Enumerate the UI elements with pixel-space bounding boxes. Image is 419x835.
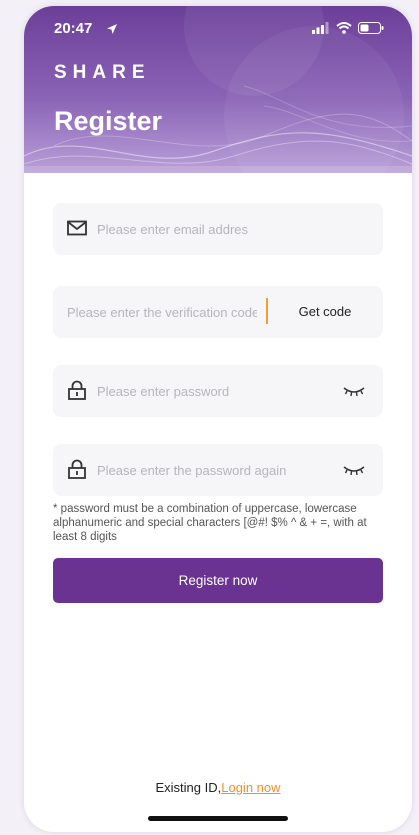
lock-icon (68, 380, 86, 400)
password-field-container (53, 365, 383, 417)
password-again-field-container (53, 444, 383, 496)
password-hint: * password must be a combination of uppe… (53, 503, 367, 543)
footer: Existing ID,Login now (24, 780, 412, 795)
get-code-button[interactable]: Get code (275, 286, 375, 338)
battery-icon (358, 22, 384, 34)
email-input[interactable] (97, 203, 327, 255)
email-field-container (53, 203, 383, 255)
register-button[interactable]: Register now (53, 558, 383, 603)
page-title: Register (54, 106, 163, 136)
eye-closed-icon[interactable] (343, 385, 365, 397)
mail-icon (67, 220, 87, 236)
status-time: 20:47 (54, 20, 93, 37)
phone-screen: 20:47 SHARE Register Please enter email … (24, 6, 412, 832)
location-arrow-icon (107, 24, 117, 34)
code-divider (266, 298, 268, 324)
login-link[interactable]: Login now (221, 780, 280, 795)
status-bar: 20:47 (54, 20, 384, 42)
home-indicator (148, 816, 288, 821)
verification-code-input[interactable] (67, 286, 257, 338)
footer-prefix: Existing ID, (155, 780, 222, 795)
brand-name: SHARE (54, 62, 151, 83)
eye-closed-icon[interactable] (343, 464, 365, 476)
password-again-input[interactable] (97, 444, 327, 496)
password-input[interactable] (97, 365, 327, 417)
signal-icon (312, 22, 329, 34)
lock-icon (68, 459, 86, 479)
header-banner: 20:47 SHARE Register (24, 6, 412, 173)
wifi-icon (336, 22, 352, 34)
verification-field-container: Get code (53, 286, 383, 338)
